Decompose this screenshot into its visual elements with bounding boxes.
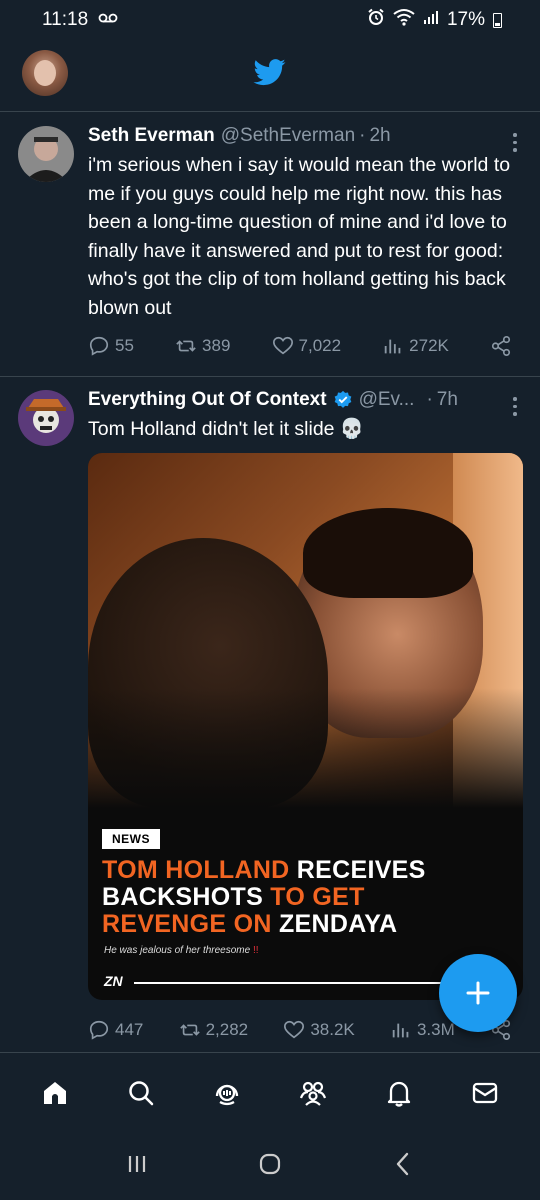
back-button[interactable] xyxy=(390,1151,416,1182)
notifications-icon xyxy=(387,1081,411,1107)
tweet-avatar[interactable] xyxy=(18,390,74,446)
recents-icon xyxy=(128,1155,145,1172)
wifi-icon xyxy=(393,8,415,32)
display-name[interactable]: Everything Out Of Context xyxy=(88,389,327,411)
status-time: 11:18 xyxy=(42,9,89,30)
reply-count: 447 xyxy=(115,1020,144,1039)
retweet-icon xyxy=(176,340,196,352)
communities-icon xyxy=(299,1081,327,1106)
tab-notifications[interactable] xyxy=(379,1073,419,1113)
separator-dot: · xyxy=(359,125,366,146)
retweet-icon xyxy=(179,1024,200,1036)
headline-part: BACKSHOTS xyxy=(102,883,264,911)
bottom-tab-bar xyxy=(0,1052,540,1132)
retweet-button[interactable]: 2,282 xyxy=(179,1019,249,1041)
tweet-header: Everything Out Of Context @Ev... · 7h xyxy=(88,387,520,413)
views-icon xyxy=(392,1023,409,1038)
subline-bang: !! xyxy=(250,945,259,956)
retweet-button[interactable]: 389 xyxy=(175,335,230,357)
heart-icon xyxy=(284,1020,305,1039)
brand-logo: ZN xyxy=(104,973,123,989)
tab-messages[interactable] xyxy=(465,1073,505,1113)
home-icon xyxy=(44,1081,66,1104)
top-header xyxy=(0,40,540,112)
like-count: 38.2K xyxy=(310,1020,355,1039)
like-count: 7,022 xyxy=(298,336,342,355)
tweet-media-image[interactable]: NEWS TOM HOLLAND RECEIVES BACKSHOTS TO G… xyxy=(88,453,523,1000)
search-icon xyxy=(129,1080,154,1105)
views-button[interactable]: 272K xyxy=(382,335,449,357)
headline-part: REVENGE ON xyxy=(102,910,272,938)
headline-part: RECEIVES xyxy=(289,856,426,884)
views-button[interactable]: 3.3M xyxy=(390,1019,455,1041)
tweet-card[interactable]: Seth Everman @SethEverman · 2h i'm serio… xyxy=(0,113,540,377)
news-badge: NEWS xyxy=(102,829,160,849)
system-nav-bar xyxy=(0,1132,540,1200)
views-icon xyxy=(384,339,401,354)
separator-dot: · xyxy=(426,389,433,410)
headline-part: ZENDAYA xyxy=(271,910,398,938)
home-circle-icon xyxy=(259,1153,281,1174)
media-subline: He was jealous of her threesome !! xyxy=(104,945,259,956)
system-home-button[interactable] xyxy=(257,1151,283,1182)
tweet-text: i'm serious when i say it would mean the… xyxy=(88,154,511,319)
reply-button[interactable]: 55 xyxy=(88,335,134,357)
headline-part: TO GET xyxy=(263,883,365,911)
user-handle[interactable]: @SethEverman xyxy=(221,125,355,147)
like-button[interactable]: 7,022 xyxy=(272,335,342,357)
reply-button[interactable]: 447 xyxy=(88,1019,143,1041)
share-icon xyxy=(491,336,511,356)
recents-button[interactable] xyxy=(124,1151,150,1182)
reply-icon xyxy=(89,336,109,356)
tweet-text: Tom Holland didn't let it slide 💀 xyxy=(88,418,365,440)
battery-percent: 17% xyxy=(446,9,485,30)
display-name[interactable]: Seth Everman xyxy=(88,125,215,147)
twitter-bird-icon[interactable] xyxy=(252,56,288,88)
view-count: 272K xyxy=(409,336,449,355)
tweet-actions: 55 389 7,022 272K xyxy=(88,335,512,357)
tweet-body: Seth Everman @SethEverman · 2h i'm serio… xyxy=(88,123,520,322)
more-options-icon[interactable] xyxy=(512,397,518,416)
retweet-count: 2,282 xyxy=(205,1020,249,1039)
status-left: 11:18 xyxy=(42,9,118,31)
retweet-count: 389 xyxy=(202,336,231,355)
heart-icon xyxy=(272,336,293,355)
signal-icon xyxy=(423,9,439,31)
media-headline: TOM HOLLAND RECEIVES BACKSHOTS TO GET RE… xyxy=(102,857,512,938)
spaces-icon xyxy=(215,1084,239,1105)
tweet-time: 2h xyxy=(369,125,391,146)
tab-spaces[interactable] xyxy=(207,1073,247,1113)
user-handle[interactable]: @Ev... xyxy=(359,389,415,411)
view-count: 3.3M xyxy=(416,1020,455,1039)
headline-part: TOM HOLLAND xyxy=(102,856,290,884)
tab-home[interactable] xyxy=(35,1073,75,1113)
compose-tweet-button[interactable] xyxy=(439,954,517,1032)
tweet-body: Everything Out Of Context @Ev... · 7h To… xyxy=(88,387,520,444)
status-bar: 11:18 17% xyxy=(0,0,540,40)
tweet-header: Seth Everman @SethEverman · 2h xyxy=(88,123,520,149)
media-photo xyxy=(88,453,523,808)
battery-icon xyxy=(493,12,502,28)
subline-text: He was jealous of her threesome xyxy=(104,945,251,956)
reply-icon xyxy=(89,1020,109,1040)
reply-count: 55 xyxy=(115,336,134,355)
plus-icon xyxy=(466,981,490,1005)
tweet-actions: 447 2,282 38.2K 3.3M xyxy=(88,1019,512,1041)
tweet-avatar[interactable] xyxy=(18,126,74,182)
tab-search[interactable] xyxy=(121,1073,161,1113)
tweet-time: 7h xyxy=(436,389,458,410)
messages-icon xyxy=(472,1082,498,1103)
alarm-icon xyxy=(367,8,385,32)
back-icon xyxy=(397,1152,409,1175)
status-right: 17% xyxy=(367,8,502,32)
voicemail-icon xyxy=(98,11,118,29)
verified-badge-icon xyxy=(333,390,353,410)
share-button[interactable] xyxy=(490,335,512,357)
brand-divider xyxy=(134,982,474,984)
profile-avatar[interactable] xyxy=(22,50,68,96)
more-options-icon[interactable] xyxy=(512,133,518,152)
tab-communities[interactable] xyxy=(293,1073,333,1113)
like-button[interactable]: 38.2K xyxy=(283,1019,355,1041)
